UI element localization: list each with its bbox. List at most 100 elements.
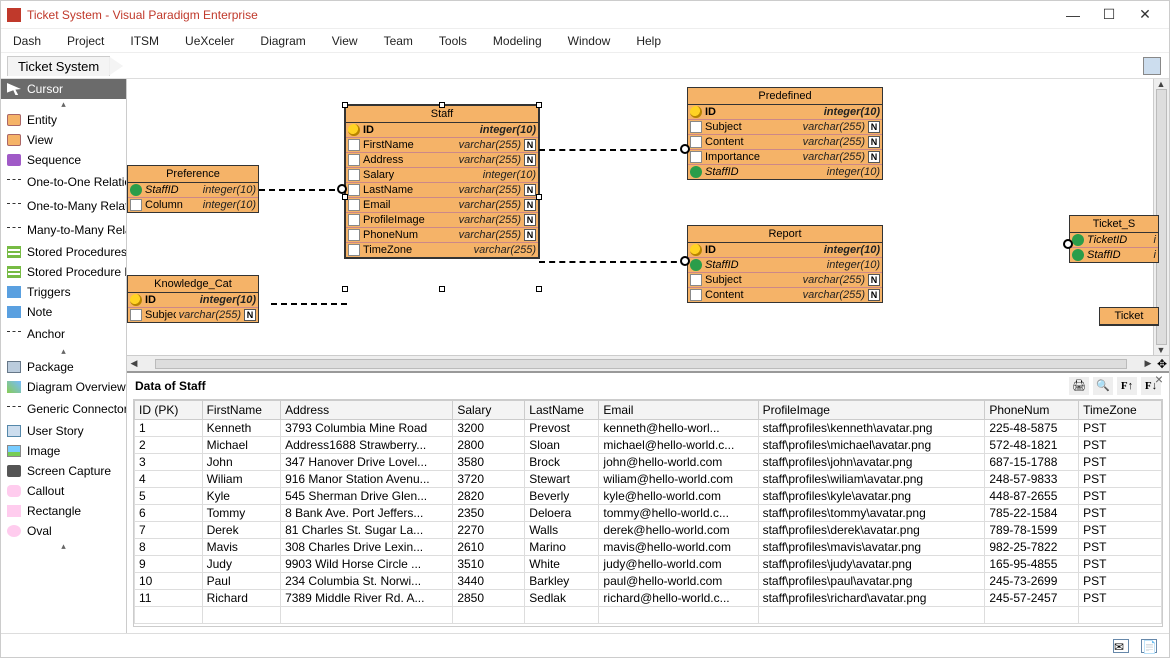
table-cell[interactable]: Judy xyxy=(202,556,280,573)
table-cell[interactable]: 347 Hanover Drive Lovel... xyxy=(281,454,453,471)
breadcrumb-tab[interactable]: Ticket System xyxy=(7,56,110,76)
table-cell[interactable]: mavis@hello-world.com xyxy=(599,539,758,556)
table-cell[interactable]: 789-78-1599 xyxy=(985,522,1079,539)
mail-icon[interactable]: ✉ xyxy=(1113,639,1129,653)
table-cell[interactable]: Mavis xyxy=(202,539,280,556)
table-cell[interactable]: 2850 xyxy=(453,590,525,607)
toolbox-package[interactable]: Package xyxy=(1,357,126,377)
table-cell[interactable]: staff\profiles\wiliam\avatar.png xyxy=(758,471,985,488)
selection-handle[interactable] xyxy=(536,102,542,108)
document-icon[interactable]: 📄 xyxy=(1141,639,1157,653)
table-cell[interactable]: Tommy xyxy=(202,505,280,522)
table-cell[interactable]: staff\profiles\mavis\avatar.png xyxy=(758,539,985,556)
table-cell[interactable]: 245-57-2457 xyxy=(985,590,1079,607)
table-cell[interactable]: PST xyxy=(1079,556,1162,573)
toolbox-generic-connector[interactable]: Generic Connector xyxy=(1,397,126,421)
toolbox-image[interactable]: Image xyxy=(1,441,126,461)
selection-handle[interactable] xyxy=(342,194,348,200)
table-cell[interactable]: PST xyxy=(1079,505,1162,522)
table-cell[interactable]: Richard xyxy=(202,590,280,607)
table-row[interactable]: 10Paul234 Columbia St. Norwi...3440Barkl… xyxy=(135,573,1162,590)
entity-preference[interactable]: PreferenceStaffIDinteger(10)Columnintege… xyxy=(127,165,259,213)
table-cell[interactable]: tommy@hello-world.c... xyxy=(599,505,758,522)
table-cell[interactable]: 10 xyxy=(135,573,203,590)
toolbox-triggers[interactable]: Triggers xyxy=(1,282,126,302)
table-cell[interactable]: PST xyxy=(1079,437,1162,454)
table-header[interactable]: ID (PK) xyxy=(135,401,203,420)
table-cell[interactable]: Walls xyxy=(525,522,599,539)
table-header[interactable]: PhoneNum xyxy=(985,401,1079,420)
table-cell[interactable]: staff\profiles\michael\avatar.png xyxy=(758,437,985,454)
table-cell[interactable]: 8 xyxy=(135,539,203,556)
table-cell[interactable]: Derek xyxy=(202,522,280,539)
table-cell[interactable]: 6 xyxy=(135,505,203,522)
table-row[interactable]: 5Kyle545 Sherman Drive Glen...2820Beverl… xyxy=(135,488,1162,505)
menu-diagram[interactable]: Diagram xyxy=(260,34,305,48)
table-cell[interactable]: Sloan xyxy=(525,437,599,454)
table-cell[interactable]: 916 Manor Station Avenu... xyxy=(281,471,453,488)
toolbox-screen-capture[interactable]: Screen Capture xyxy=(1,461,126,481)
table-cell[interactable]: 2820 xyxy=(453,488,525,505)
table-cell[interactable]: staff\profiles\tommy\avatar.png xyxy=(758,505,985,522)
table-cell[interactable]: PST xyxy=(1079,573,1162,590)
table-header[interactable]: FirstName xyxy=(202,401,280,420)
table-row[interactable]: 6Tommy8 Bank Ave. Port Jeffers...2350Del… xyxy=(135,505,1162,522)
table-cell[interactable]: kenneth@hello-worl... xyxy=(599,420,758,437)
table-cell[interactable]: Michael xyxy=(202,437,280,454)
table-cell[interactable]: 2270 xyxy=(453,522,525,539)
menu-itsm[interactable]: ITSM xyxy=(130,34,159,48)
menu-uexceler[interactable]: UeXceler xyxy=(185,34,234,48)
table-cell[interactable]: John xyxy=(202,454,280,471)
table-cell[interactable]: 9903 Wild Horse Circle ... xyxy=(281,556,453,573)
table-cell[interactable]: Paul xyxy=(202,573,280,590)
connector-port-icon[interactable] xyxy=(680,256,690,266)
table-cell[interactable]: 165-95-4855 xyxy=(985,556,1079,573)
table-cell[interactable]: richard@hello-world.c... xyxy=(599,590,758,607)
table-cell[interactable]: 572-48-1821 xyxy=(985,437,1079,454)
table-header[interactable]: LastName xyxy=(525,401,599,420)
horizontal-scrollbar[interactable]: ◀▶ ✥ xyxy=(127,355,1169,371)
table-cell[interactable]: Address1688 Strawberry... xyxy=(281,437,453,454)
toolbox-anchor[interactable]: Anchor xyxy=(1,322,126,346)
toolbox-note[interactable]: Note xyxy=(1,302,126,322)
toolbox-collapse-icon[interactable]: ▴ xyxy=(1,541,126,552)
table-cell[interactable]: 8 Bank Ave. Port Jeffers... xyxy=(281,505,453,522)
table-cell[interactable]: 245-73-2699 xyxy=(985,573,1079,590)
table-cell[interactable]: 234 Columbia St. Norwi... xyxy=(281,573,453,590)
table-cell[interactable]: 81 Charles St. Sugar La... xyxy=(281,522,453,539)
relationship-connector[interactable] xyxy=(539,149,687,151)
toolbox-sequence[interactable]: Sequence xyxy=(1,150,126,170)
selection-handle[interactable] xyxy=(536,286,542,292)
table-cell[interactable]: paul@hello-world.com xyxy=(599,573,758,590)
table-cell[interactable]: 2800 xyxy=(453,437,525,454)
connector-port-icon[interactable] xyxy=(337,184,347,194)
table-row[interactable]: 3John347 Hanover Drive Lovel...3580Brock… xyxy=(135,454,1162,471)
diagram-navigator-icon[interactable] xyxy=(1143,57,1161,75)
sort-asc-button[interactable]: F↑ xyxy=(1117,377,1137,395)
table-cell[interactable]: staff\profiles\paul\avatar.png xyxy=(758,573,985,590)
table-cell[interactable]: Brock xyxy=(525,454,599,471)
table-cell[interactable]: PST xyxy=(1079,522,1162,539)
table-cell[interactable]: 3200 xyxy=(453,420,525,437)
table-cell[interactable]: 308 Charles Drive Lexin... xyxy=(281,539,453,556)
table-cell[interactable]: 3440 xyxy=(453,573,525,590)
table-cell[interactable]: john@hello-world.com xyxy=(599,454,758,471)
table-cell[interactable]: 2350 xyxy=(453,505,525,522)
close-button[interactable]: ✕ xyxy=(1127,6,1163,23)
table-cell[interactable]: kyle@hello-world.com xyxy=(599,488,758,505)
table-header[interactable]: Email xyxy=(599,401,758,420)
toolbox-oval[interactable]: Oval xyxy=(1,521,126,541)
menu-project[interactable]: Project xyxy=(67,34,104,48)
table-cell[interactable]: staff\profiles\john\avatar.png xyxy=(758,454,985,471)
minimize-button[interactable]: — xyxy=(1055,7,1091,23)
table-cell[interactable]: 2610 xyxy=(453,539,525,556)
table-cell[interactable]: 448-87-2655 xyxy=(985,488,1079,505)
table-cell[interactable]: 3580 xyxy=(453,454,525,471)
table-cell[interactable]: 248-57-9833 xyxy=(985,471,1079,488)
table-cell[interactable]: Prevost xyxy=(525,420,599,437)
table-cell[interactable]: PST xyxy=(1079,590,1162,607)
table-cell[interactable]: 7 xyxy=(135,522,203,539)
toolbox-rectangle[interactable]: Rectangle xyxy=(1,501,126,521)
table-header[interactable]: ProfileImage xyxy=(758,401,985,420)
table-row-empty[interactable] xyxy=(135,607,1162,624)
